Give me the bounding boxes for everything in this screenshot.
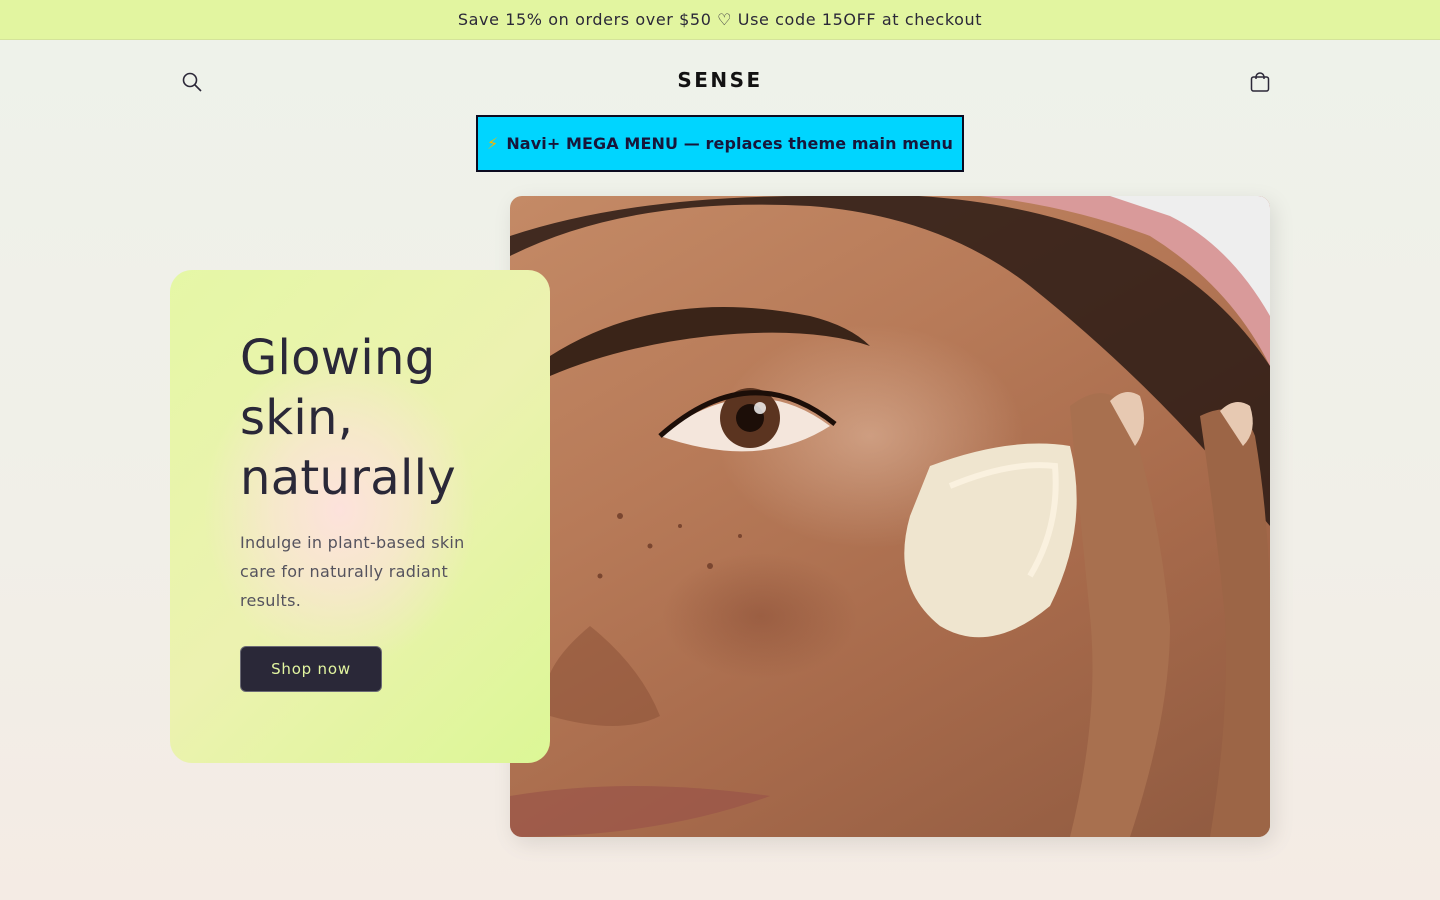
announcement-text: Save 15% on orders over $50 ♡ Use code 1… <box>457 10 983 29</box>
site-header: SENSE <box>0 40 1440 124</box>
search-button[interactable] <box>172 62 212 102</box>
hero-title: Glowing skin, naturally <box>240 330 457 506</box>
shop-now-button[interactable]: Shop now <box>240 646 382 692</box>
site-logo[interactable]: SENSE <box>620 68 820 92</box>
hero-subtitle: Indulge in plant-based skin care for nat… <box>240 533 465 610</box>
search-icon <box>182 72 202 92</box>
lightning-icon: ⚡ <box>486 134 499 153</box>
cart-button[interactable] <box>1240 62 1280 102</box>
hero-card: Glowing skin, naturally Indulge in plant… <box>170 270 550 763</box>
cart-icon <box>1250 72 1270 92</box>
announcement-bar: Save 15% on orders over $50 ♡ Use code 1… <box>0 0 1440 40</box>
mega-menu-banner[interactable]: ⚡ Navi+ MEGA MENU — replaces theme main … <box>476 115 964 172</box>
hero-image <box>510 196 1270 837</box>
skincare-photo-illustration <box>510 196 1270 837</box>
mega-menu-label: Navi+ MEGA MENU — replaces theme main me… <box>506 134 954 153</box>
